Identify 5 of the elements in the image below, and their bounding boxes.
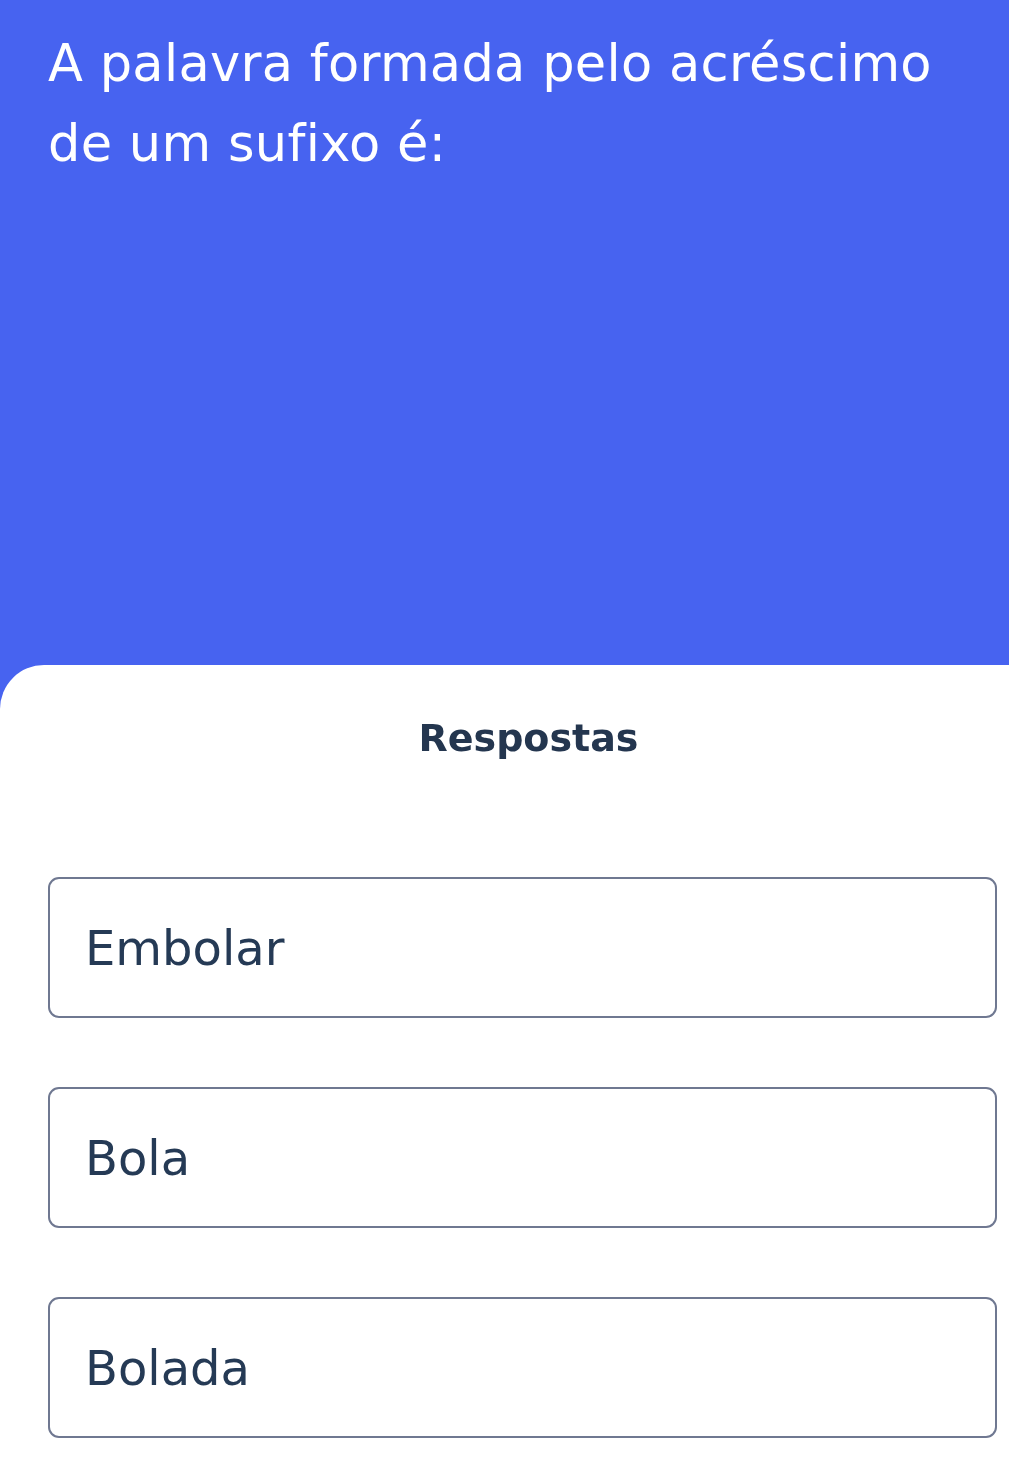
answer-option[interactable]: Bolada	[48, 1297, 997, 1438]
answer-option[interactable]: Bola	[48, 1087, 997, 1228]
answer-option[interactable]: Embolar	[48, 877, 997, 1018]
answers-title: Respostas	[418, 715, 639, 762]
question-text: A palavra formada pelo acréscimo de um sufixo é:	[48, 33, 933, 175]
